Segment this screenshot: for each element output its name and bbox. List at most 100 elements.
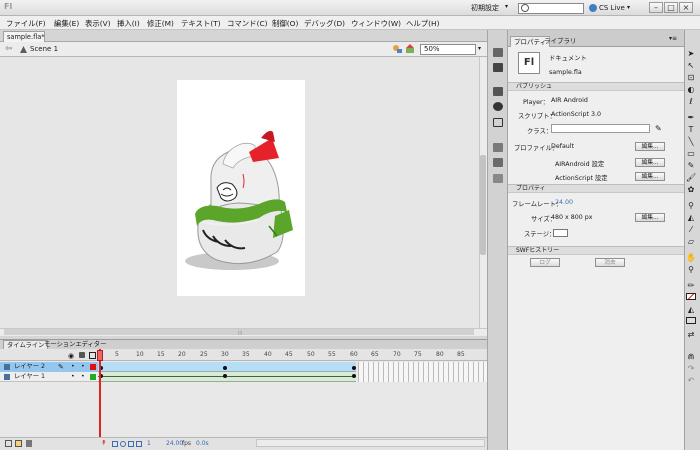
- line-tool-icon[interactable]: ╲: [686, 137, 696, 146]
- pen-tool-icon[interactable]: ✒: [686, 113, 696, 122]
- layer-name[interactable]: レイヤー 2: [14, 362, 45, 372]
- edit-as-settings-button[interactable]: 編集...: [635, 172, 665, 181]
- edit-air-settings-button[interactable]: 編集...: [635, 158, 665, 167]
- tab-motion-editor[interactable]: モーションエディター: [41, 340, 109, 349]
- 3d-rotation-tool-icon[interactable]: ◐: [686, 85, 696, 94]
- swatches-icon[interactable]: [493, 63, 503, 72]
- tab-sample-fla[interactable]: sample.fla*: [3, 31, 45, 42]
- pencil-tool-icon[interactable]: ✎: [686, 161, 696, 170]
- transform-icon[interactable]: [493, 118, 503, 127]
- fps-field[interactable]: 24.00: [555, 199, 573, 206]
- hand-tool-icon[interactable]: ✋: [686, 253, 696, 262]
- menu-commands[interactable]: コマンド(C): [225, 17, 270, 30]
- new-folder-icon[interactable]: [15, 440, 22, 447]
- delete-icon[interactable]: [26, 440, 32, 447]
- outline-icon[interactable]: [89, 352, 96, 359]
- playhead-handle[interactable]: [97, 350, 103, 361]
- panel-menu-icon[interactable]: ▾≡: [669, 35, 677, 42]
- subselection-tool-icon[interactable]: ↖: [686, 61, 696, 70]
- tab-library[interactable]: ライブラリ: [541, 36, 580, 47]
- eraser-tool-icon[interactable]: ▱: [686, 237, 696, 246]
- snap-to-objects-icon[interactable]: ⋒: [686, 352, 696, 361]
- close-button[interactable]: ×: [679, 2, 693, 13]
- layer-row-2[interactable]: レイヤー 2 ✎ • •: [0, 362, 98, 372]
- brush-tool-icon[interactable]: 🖌: [686, 173, 696, 182]
- layer-name[interactable]: レイヤー 1: [14, 372, 45, 382]
- scene-label[interactable]: Scene 1: [30, 45, 58, 53]
- chevron-down-icon[interactable]: ▾: [627, 4, 630, 11]
- menu-view[interactable]: 表示(V): [83, 17, 113, 30]
- rectangle-tool-icon[interactable]: ▭: [686, 149, 696, 158]
- class-field[interactable]: [551, 124, 650, 133]
- menu-control[interactable]: 制御(O): [270, 17, 300, 30]
- info-icon[interactable]: [493, 102, 503, 111]
- onion-outline-icon[interactable]: [120, 441, 126, 447]
- layer-color-swatch[interactable]: [90, 364, 96, 370]
- smooth-icon[interactable]: ↷: [686, 364, 696, 373]
- zoom-tool-icon[interactable]: ⚲: [686, 265, 696, 274]
- align-icon[interactable]: [493, 87, 503, 96]
- pencil-icon[interactable]: ✎: [655, 124, 662, 133]
- edit-multiple-frames-icon[interactable]: [128, 441, 134, 447]
- stage[interactable]: [177, 80, 305, 296]
- current-frame[interactable]: 1: [147, 440, 151, 447]
- stroke-color-icon[interactable]: ✏: [686, 281, 696, 290]
- back-arrow-icon[interactable]: ⇦: [5, 44, 13, 54]
- clear-button[interactable]: 消去: [595, 258, 625, 267]
- lock-dot-icon[interactable]: •: [81, 362, 85, 372]
- motion-presets-icon[interactable]: [493, 158, 503, 167]
- properties-section-header[interactable]: プロパティ: [508, 184, 684, 193]
- edit-size-button[interactable]: 編集...: [635, 213, 665, 222]
- chevron-down-icon[interactable]: ▾: [505, 3, 508, 10]
- onion-skin-icon[interactable]: [112, 441, 118, 447]
- onion-markers-icon[interactable]: [136, 441, 142, 447]
- keyframe[interactable]: [352, 374, 356, 378]
- stage-color-swatch[interactable]: [553, 229, 568, 237]
- vertical-scroll-thumb[interactable]: [480, 155, 486, 255]
- keyframe[interactable]: [352, 366, 356, 370]
- publish-section-header[interactable]: パブリッシュ: [508, 82, 684, 91]
- menu-debug[interactable]: デバッグ(D): [302, 17, 347, 30]
- edit-profile-button[interactable]: 編集...: [635, 142, 665, 151]
- daruma-illustration[interactable]: [177, 80, 305, 296]
- swap-colors-icon[interactable]: ⇄: [686, 330, 696, 339]
- keyframe[interactable]: [223, 374, 227, 378]
- free-transform-tool-icon[interactable]: ⊡: [686, 73, 696, 82]
- fill-color-swatch[interactable]: [686, 317, 696, 324]
- minimize-button[interactable]: –: [649, 2, 663, 13]
- layer-1-frames[interactable]: [98, 372, 356, 382]
- menu-text[interactable]: テキスト(T): [179, 17, 223, 30]
- components-icon[interactable]: [493, 143, 503, 152]
- swf-history-section-header[interactable]: SWFヒストリー: [508, 246, 684, 255]
- code-snippets-icon[interactable]: [493, 174, 503, 183]
- menu-edit[interactable]: 編集(E): [52, 17, 81, 30]
- maximize-button[interactable]: □: [664, 2, 678, 13]
- playhead[interactable]: [99, 349, 101, 450]
- new-layer-icon[interactable]: [5, 440, 12, 447]
- layer-2-frames[interactable]: [98, 362, 356, 372]
- text-tool-icon[interactable]: T: [686, 125, 696, 134]
- empty-frames[interactable]: [358, 362, 487, 382]
- lock-icon[interactable]: [79, 352, 85, 358]
- zoom-select[interactable]: 50%: [420, 44, 476, 55]
- menu-help[interactable]: ヘルプ(H): [404, 17, 442, 30]
- visibility-dot-icon[interactable]: •: [71, 372, 75, 382]
- menu-window[interactable]: ウィンドウ(W): [349, 17, 403, 30]
- cs-live-button[interactable]: CS Live: [599, 4, 625, 12]
- center-frame-icon[interactable]: ↟: [101, 439, 107, 447]
- visibility-dot-icon[interactable]: •: [71, 362, 75, 372]
- stroke-color-swatch[interactable]: [686, 293, 696, 300]
- menu-insert[interactable]: 挿入(I): [115, 17, 142, 30]
- lock-dot-icon[interactable]: •: [81, 372, 85, 382]
- elapsed-time[interactable]: 0.0s: [196, 440, 209, 447]
- lasso-tool-icon[interactable]: ℓ: [686, 97, 696, 106]
- eye-icon[interactable]: ◉: [68, 352, 74, 360]
- deco-tool-icon[interactable]: ✿: [686, 185, 696, 194]
- fps-value[interactable]: 24.00: [166, 440, 183, 447]
- log-button[interactable]: ログ: [530, 258, 560, 267]
- eyedropper-tool-icon[interactable]: ⁄: [686, 225, 696, 234]
- edit-symbols-icon[interactable]: [392, 44, 403, 54]
- chevron-down-icon[interactable]: ▾: [478, 45, 481, 52]
- keyframe[interactable]: [223, 366, 227, 370]
- fill-color-icon[interactable]: ◭: [686, 305, 696, 314]
